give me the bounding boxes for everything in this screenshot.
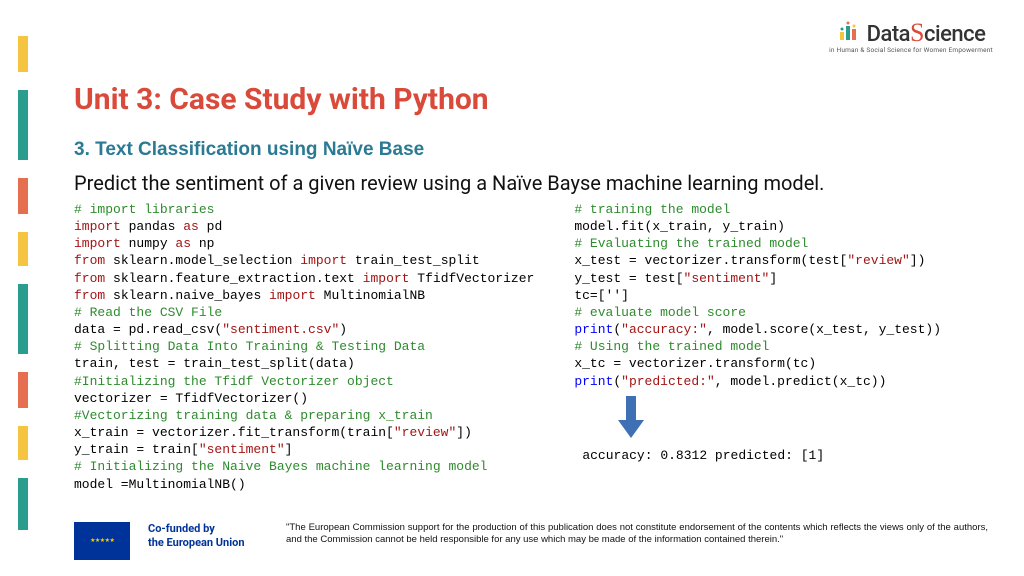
stripe-decor [18,284,28,354]
stripe-decor [18,478,28,530]
brand-logo: DataScience in Human & Social Science fo… [826,18,996,54]
arrow-down-icon [614,396,988,442]
code-block-right: # training the model model.fit(x_train, … [574,201,988,493]
section-title: 3. Text Classification using Naïve Base [74,139,988,161]
slide-footer: Co-funded by the European Union "The Eur… [74,522,988,560]
stripe-decor [18,178,28,214]
slide-description: Predict the sentiment of a given review … [74,171,988,195]
stripe-decor [18,426,28,460]
unit-title: Unit 3: Case Study with Python [74,82,988,117]
disclaimer-text: "The European Commission support for the… [286,522,988,547]
brand-name: DataScience [867,18,986,48]
eu-flag-icon [74,522,130,560]
stripe-decor [18,232,28,266]
code-block-left: # import libraries import pandas as pd i… [74,201,534,493]
brand-tagline: in Human & Social Science for Women Empo… [826,46,996,54]
cofunded-label: Co-funded by the European Union [148,522,268,551]
logo-icon [837,18,863,48]
stripe-decor [18,90,28,160]
stripe-decor [18,36,28,72]
code-output: accuracy: 0.8312 predicted: [1] [582,448,988,463]
stripe-decor [18,372,28,408]
